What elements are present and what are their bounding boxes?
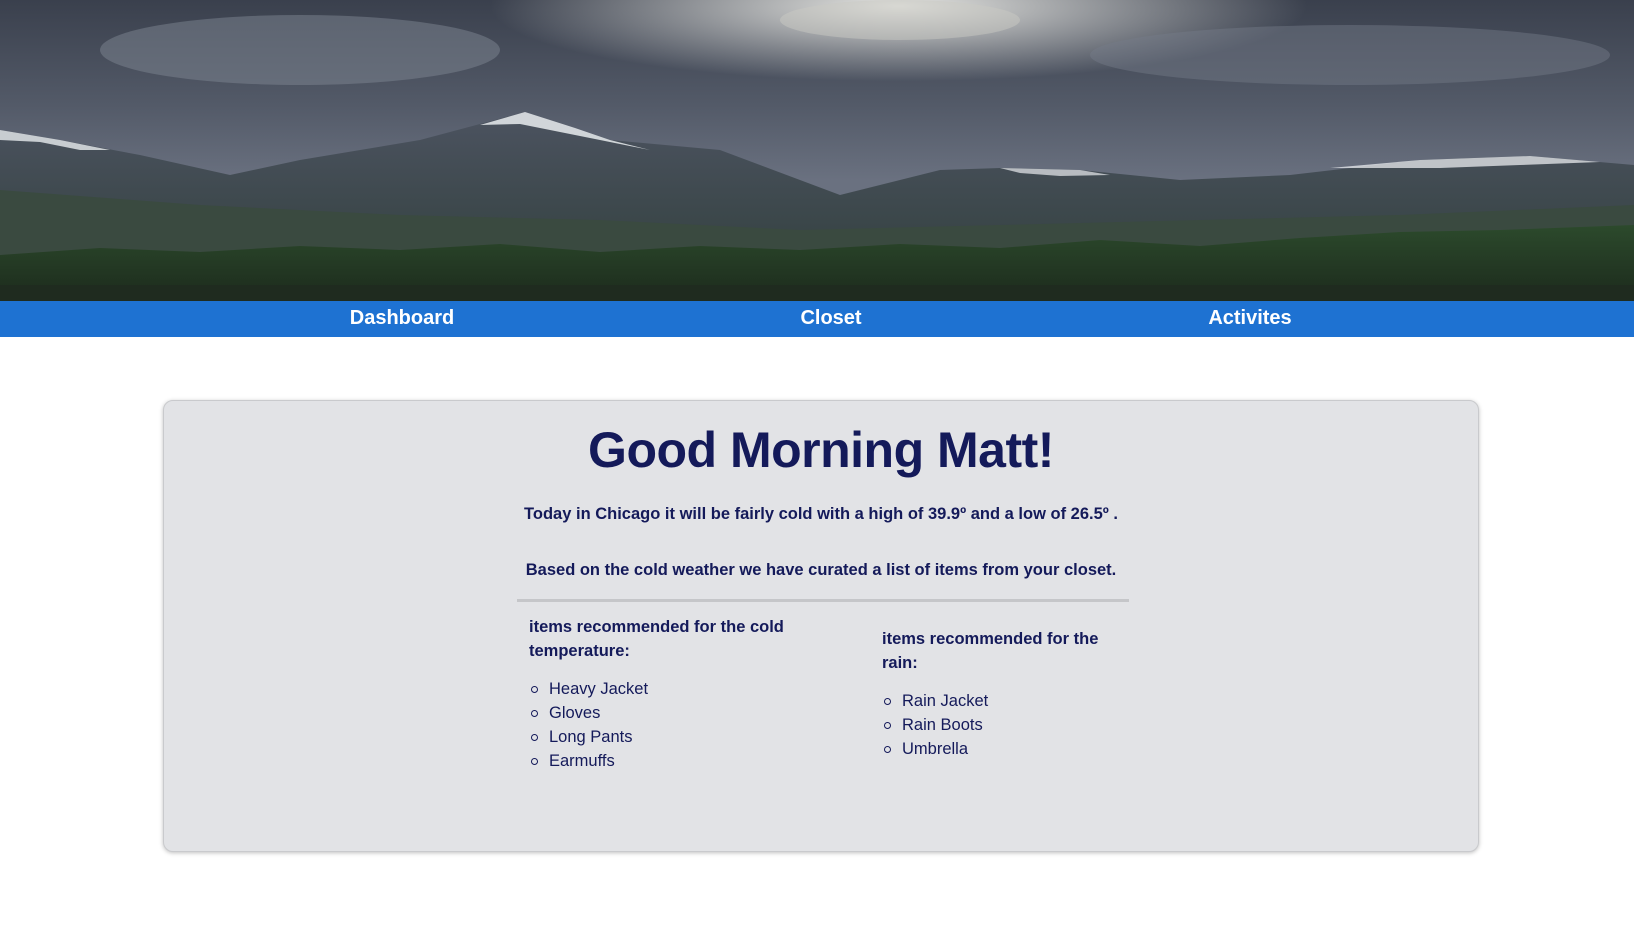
circle-bullet-icon <box>531 710 538 717</box>
forecast-text: Today in Chicago it will be fairly cold … <box>524 505 1118 523</box>
list-item: Long Pants <box>531 725 829 749</box>
circle-bullet-icon <box>884 746 891 753</box>
list-item: Rain Boots <box>884 713 1112 737</box>
rain-item-list: Rain Jacket Rain Boots Umbrella <box>882 689 1112 761</box>
cold-item-list: Heavy Jacket Gloves Long Pants Earmuffs <box>529 677 829 773</box>
list-item: Gloves <box>531 701 829 725</box>
list-item: Heavy Jacket <box>531 677 829 701</box>
hero-banner <box>0 0 1634 301</box>
mountain-landscape-image <box>0 0 1634 301</box>
nav-dashboard[interactable]: Dashboard <box>350 301 454 337</box>
list-item: Umbrella <box>884 737 1112 761</box>
greeting-heading: Good Morning Matt! <box>588 422 1054 478</box>
curation-note: Based on the cold weather we have curate… <box>525 561 1117 579</box>
dashboard-card: Good Morning Matt! Today in Chicago it w… <box>163 400 1479 852</box>
top-navigation: Dashboard Closet Activites <box>0 301 1634 337</box>
circle-bullet-icon <box>884 698 891 705</box>
circle-bullet-icon <box>531 758 538 765</box>
cold-section-title: items recommended for the cold temperatu… <box>529 618 784 660</box>
circle-bullet-icon <box>531 734 538 741</box>
circle-bullet-icon <box>531 686 538 693</box>
rain-recommendations: items recommended for the rain: Rain Jac… <box>882 627 1112 761</box>
list-item: Rain Jacket <box>884 689 1112 713</box>
cold-recommendations: items recommended for the cold temperatu… <box>529 615 829 773</box>
nav-activities[interactable]: Activites <box>1208 301 1291 337</box>
circle-bullet-icon <box>884 722 891 729</box>
nav-closet[interactable]: Closet <box>800 301 861 337</box>
list-item: Earmuffs <box>531 749 829 773</box>
section-divider <box>517 599 1129 602</box>
rain-section-title: items recommended for the rain: <box>882 630 1099 672</box>
